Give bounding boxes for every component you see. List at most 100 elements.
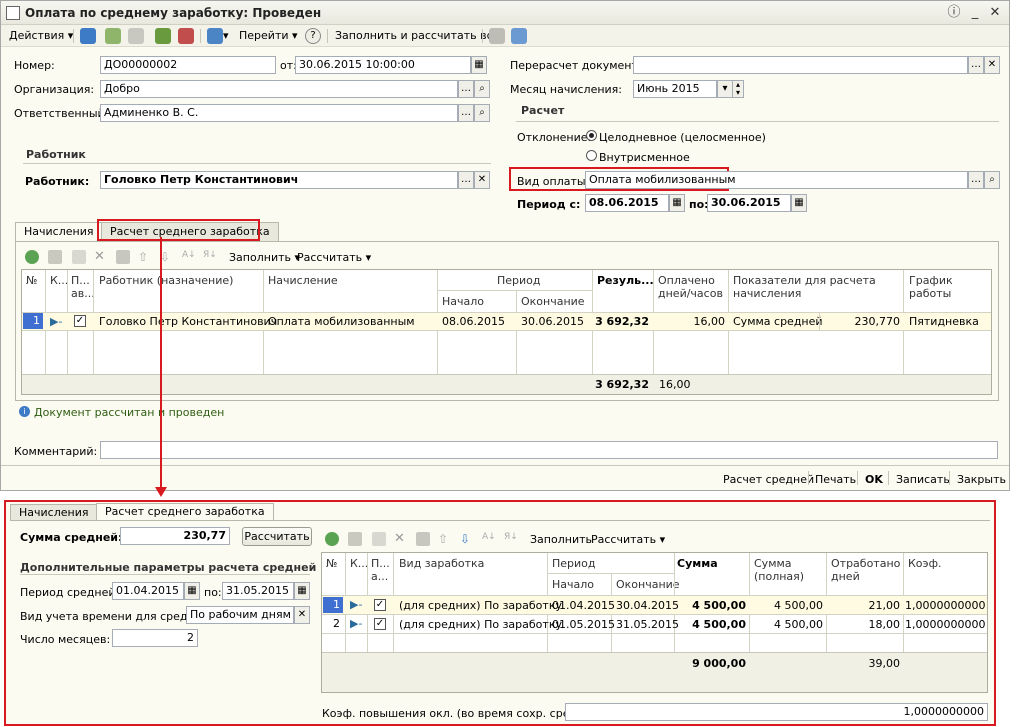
months-field[interactable]: 2 bbox=[112, 629, 198, 647]
arrow-up-icon[interactable]: ⇧ bbox=[438, 532, 452, 546]
month-field[interactable]: Июнь 2015 bbox=[633, 80, 717, 98]
close-button[interactable]: Закрыть bbox=[957, 473, 1006, 486]
resp-field[interactable]: Админенко В. С. bbox=[100, 104, 458, 122]
goto-menu[interactable]: Перейти ▾ bbox=[239, 28, 298, 44]
zoom-tab-accruals[interactable]: Начисления bbox=[10, 504, 98, 521]
help-button-icon[interactable]: ? bbox=[305, 28, 321, 44]
table-row[interactable]: 1 ▶‑ ✓ (для средних) По заработку 01.04.… bbox=[322, 596, 987, 614]
fill-menu[interactable]: Заполнить ▾ bbox=[229, 250, 300, 266]
cell-full: 4 500,00 bbox=[774, 618, 823, 631]
fill-menu[interactable]: Заполнить bbox=[530, 532, 592, 548]
coef-raise-field[interactable]: 1,0000000000 bbox=[565, 703, 988, 721]
tab-accruals[interactable]: Начисления bbox=[15, 222, 103, 242]
select-button[interactable]: … bbox=[968, 171, 984, 189]
arrow-down-icon[interactable]: ⇩ bbox=[160, 250, 174, 264]
calculate-button[interactable]: Рассчитать bbox=[242, 527, 312, 546]
fill-calc-all-button[interactable]: Заполнить и рассчитать все bbox=[335, 28, 499, 44]
spinner-icon[interactable]: ▴ ▾ bbox=[732, 80, 744, 98]
help-icon[interactable]: ⓘ bbox=[946, 5, 962, 21]
calendar-icon[interactable]: ▦ bbox=[184, 582, 200, 600]
copy-icon[interactable] bbox=[48, 250, 62, 264]
print-button[interactable]: Печать bbox=[815, 473, 856, 486]
edit-icon[interactable] bbox=[72, 250, 86, 264]
comment-field[interactable] bbox=[100, 441, 998, 459]
period-from-field[interactable]: 08.06.2015 bbox=[585, 194, 669, 212]
actions-menu[interactable]: Действия ▾ bbox=[9, 28, 73, 44]
clear-icon[interactable]: ✕ bbox=[294, 606, 310, 624]
save-button[interactable]: Записать bbox=[896, 473, 950, 486]
search-icon[interactable]: ⌕ bbox=[984, 171, 1000, 189]
radio-intraday[interactable] bbox=[586, 150, 597, 161]
structure-dropdown[interactable]: ▾ bbox=[223, 28, 229, 44]
clear-icon[interactable]: ✕ bbox=[984, 56, 1000, 74]
arrow-down-icon[interactable]: ⇩ bbox=[460, 532, 474, 546]
time-type-field[interactable]: По рабочим дням bbox=[186, 606, 294, 624]
select-button[interactable]: … bbox=[458, 80, 474, 98]
delete-icon[interactable]: ✕ bbox=[94, 250, 108, 264]
settings-list-icon[interactable] bbox=[511, 28, 527, 44]
search-icon[interactable]: ⌕ bbox=[474, 80, 490, 98]
radio-fullday-label: Целодневное (целосменное) bbox=[599, 131, 766, 144]
refresh-icon[interactable] bbox=[105, 28, 121, 44]
sort-desc-icon[interactable]: Я↓ bbox=[203, 250, 217, 264]
cell-worked: 18,00 bbox=[868, 618, 901, 631]
table-row[interactable]: 1 ▶‑ ✓ Головко Петр Константинович Оплат… bbox=[22, 313, 991, 330]
edit-icon[interactable] bbox=[372, 532, 386, 546]
ok-button[interactable]: OK bbox=[865, 473, 883, 486]
save-icon[interactable] bbox=[116, 250, 130, 264]
calc-menu[interactable]: Рассчитать ▾ bbox=[297, 250, 371, 266]
calendar-icon[interactable]: ▦ bbox=[294, 582, 310, 600]
delete-icon[interactable]: ✕ bbox=[394, 532, 408, 546]
row-checkbox[interactable]: ✓ bbox=[374, 599, 386, 611]
number-field[interactable]: ДО00000002 bbox=[100, 56, 276, 74]
avg-period-to[interactable]: 31.05.2015 bbox=[222, 582, 294, 600]
select-button[interactable]: … bbox=[458, 104, 474, 122]
sort-desc-icon[interactable]: Я↓ bbox=[504, 532, 518, 546]
minimize-icon[interactable]: _ bbox=[967, 5, 983, 21]
col-header-start: Начало bbox=[442, 295, 485, 308]
cell-coef: 1,0000000000 bbox=[905, 618, 986, 631]
calendar-icon[interactable]: ▦ bbox=[471, 56, 487, 74]
save-icon[interactable] bbox=[416, 532, 430, 546]
search-icon[interactable]: ⌕ bbox=[474, 104, 490, 122]
clear-icon[interactable]: ✕ bbox=[474, 171, 490, 189]
add-icon[interactable] bbox=[25, 250, 39, 264]
calc-average-button[interactable]: Расчет средней bbox=[723, 473, 814, 486]
avg-period-from[interactable]: 01.04.2015 bbox=[112, 582, 184, 600]
sort-asc-icon[interactable]: A↓ bbox=[482, 532, 496, 546]
copy-icon[interactable] bbox=[128, 28, 144, 44]
radio-fullday[interactable] bbox=[586, 130, 597, 141]
add-icon[interactable] bbox=[325, 532, 339, 546]
period-to-field[interactable]: 30.06.2015 bbox=[707, 194, 791, 212]
recalc-field[interactable] bbox=[633, 56, 968, 74]
select-button[interactable]: … bbox=[968, 56, 984, 74]
calendar-icon[interactable]: ▦ bbox=[669, 194, 685, 212]
structure-icon[interactable] bbox=[207, 28, 223, 44]
cell-start: 01.04.2015 bbox=[552, 599, 615, 612]
table-row[interactable]: 2 ▶‑ ✓ (для средних) По заработку 01.05.… bbox=[322, 615, 987, 633]
unpost-icon[interactable] bbox=[178, 28, 194, 44]
cell-sum: 4 500,00 bbox=[692, 618, 746, 631]
zoom-tab-average[interactable]: Расчет среднего заработка bbox=[96, 503, 274, 521]
pay-type-field[interactable]: Оплата мобилизованным bbox=[585, 171, 968, 189]
chevron-down-icon[interactable]: ▾ bbox=[717, 80, 733, 98]
arrow-up-icon[interactable]: ⇧ bbox=[138, 250, 152, 264]
back-icon[interactable] bbox=[80, 28, 96, 44]
org-field[interactable]: Добро bbox=[100, 80, 458, 98]
select-button[interactable]: … bbox=[458, 171, 474, 189]
col-header-paid: Оплачено дней/часов bbox=[658, 274, 723, 300]
calc-menu[interactable]: Рассчитать ▾ bbox=[591, 532, 665, 548]
copy-icon[interactable] bbox=[348, 532, 362, 546]
calendar-icon[interactable]: ▦ bbox=[791, 194, 807, 212]
close-icon[interactable]: ✕ bbox=[987, 5, 1003, 21]
post-icon[interactable] bbox=[155, 28, 171, 44]
list-icon[interactable] bbox=[489, 28, 505, 44]
worker-field[interactable]: Головко Петр Константинович bbox=[100, 171, 458, 189]
grid-line bbox=[819, 313, 820, 330]
row-checkbox[interactable]: ✓ bbox=[74, 315, 86, 327]
avg-sum-field[interactable]: 230,77 bbox=[120, 527, 230, 545]
date-field[interactable]: 30.06.2015 10:00:00 bbox=[295, 56, 471, 74]
row-number: 2 bbox=[333, 617, 340, 630]
sort-asc-icon[interactable]: A↓ bbox=[182, 250, 196, 264]
row-checkbox[interactable]: ✓ bbox=[374, 618, 386, 630]
